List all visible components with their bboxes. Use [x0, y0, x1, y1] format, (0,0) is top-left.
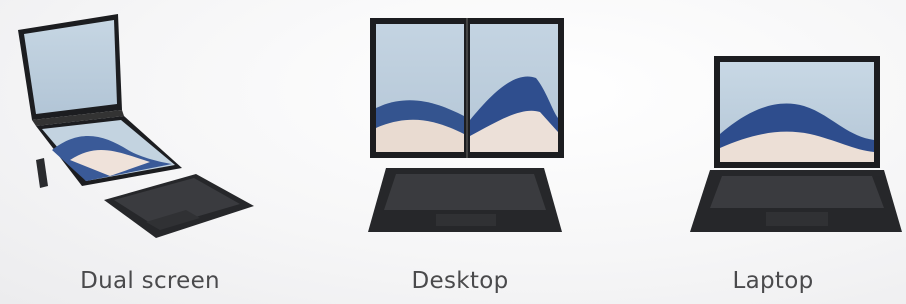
mode-desktop: Desktop — [300, 0, 620, 304]
desktop-label: Desktop — [411, 268, 509, 294]
dual-screen-laptop-icon — [18, 14, 254, 238]
desktop-stand-laptop-icon — [368, 18, 564, 232]
mode-laptop: Laptop — [640, 0, 906, 304]
laptop-icon — [690, 56, 902, 232]
mode-dual-screen: Dual screen — [0, 0, 300, 304]
dual-screen-label: Dual screen — [80, 268, 220, 294]
laptop-label: Laptop — [732, 268, 814, 294]
